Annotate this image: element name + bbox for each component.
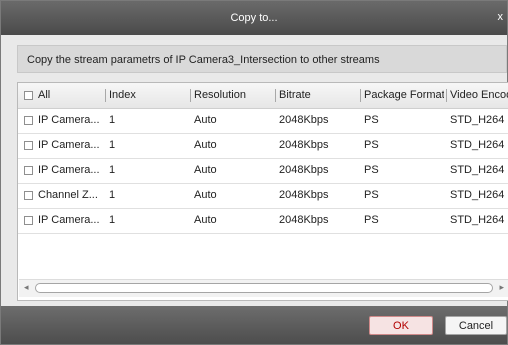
column-header-resolution: Resolution <box>194 89 246 101</box>
copy-to-dialog: Copy to... x Copy the stream parametrs o… <box>0 0 508 345</box>
table-row[interactable]: IP Camera... 1 Auto 2048Kbps PS STD_H264 <box>18 208 508 234</box>
cancel-button[interactable]: Cancel <box>445 316 507 335</box>
table-row[interactable]: IP Camera... 1 Auto 2048Kbps PS STD_H264 <box>18 108 508 134</box>
close-icon[interactable]: x <box>498 11 504 23</box>
cell-index: 1 <box>109 214 116 226</box>
row-checkbox[interactable] <box>24 216 33 225</box>
cell-video-encoding: STD_H264 <box>450 114 505 126</box>
column-separator[interactable] <box>360 89 361 102</box>
cell-resolution: Auto <box>194 164 217 176</box>
cell-camera: Channel Z... <box>38 189 98 201</box>
cell-package-format: PS <box>364 164 379 176</box>
cell-index: 1 <box>109 164 116 176</box>
cell-index: 1 <box>109 189 116 201</box>
cell-package-format: PS <box>364 114 379 126</box>
column-separator[interactable] <box>275 89 276 102</box>
cell-video-encoding: STD_H264 <box>450 189 505 201</box>
cell-video-encoding: STD_H264 <box>450 214 505 226</box>
column-separator[interactable] <box>190 89 191 102</box>
dialog-footer: OK Cancel <box>1 306 507 344</box>
column-header-package-format: Package Format <box>364 89 444 101</box>
cell-bitrate: 2048Kbps <box>279 164 329 176</box>
stream-table: All Index Resolution Bitrate Package For… <box>17 82 508 301</box>
column-header-video-encoding: Video Encod <box>450 89 508 101</box>
cell-resolution: Auto <box>194 139 217 151</box>
ok-button[interactable]: OK <box>369 316 433 335</box>
row-checkbox[interactable] <box>24 141 33 150</box>
cell-bitrate: 2048Kbps <box>279 214 329 226</box>
description-panel: Copy the stream parametrs of IP Camera3_… <box>17 45 507 73</box>
cell-video-encoding: STD_H264 <box>450 164 505 176</box>
cell-package-format: PS <box>364 189 379 201</box>
cell-package-format: PS <box>364 139 379 151</box>
cell-resolution: Auto <box>194 189 217 201</box>
cell-bitrate: 2048Kbps <box>279 189 329 201</box>
dialog-title: Copy to... <box>230 12 278 24</box>
row-checkbox[interactable] <box>24 166 33 175</box>
column-separator[interactable] <box>446 89 447 102</box>
dialog-title-bar[interactable]: Copy to... x <box>1 1 507 35</box>
cell-resolution: Auto <box>194 214 217 226</box>
table-row[interactable]: Channel Z... 1 Auto 2048Kbps PS STD_H264 <box>18 183 508 209</box>
cell-bitrate: 2048Kbps <box>279 114 329 126</box>
cell-camera: IP Camera... <box>38 114 100 126</box>
column-header-all: All <box>38 89 51 101</box>
table-row[interactable]: IP Camera... 1 Auto 2048Kbps PS STD_H264 <box>18 158 508 184</box>
cell-resolution: Auto <box>194 114 217 126</box>
table-row[interactable]: IP Camera... 1 Auto 2048Kbps PS STD_H264 <box>18 133 508 159</box>
cell-video-encoding: STD_H264 <box>450 139 505 151</box>
cell-index: 1 <box>109 139 116 151</box>
cell-package-format: PS <box>364 214 379 226</box>
horizontal-scrollbar[interactable]: ◂ ▸ <box>19 279 508 297</box>
scroll-right-icon[interactable]: ▸ <box>499 282 504 293</box>
cell-camera: IP Camera... <box>38 214 100 226</box>
cell-index: 1 <box>109 114 116 126</box>
row-checkbox[interactable] <box>24 116 33 125</box>
cell-bitrate: 2048Kbps <box>279 139 329 151</box>
table-header: All Index Resolution Bitrate Package For… <box>18 83 508 109</box>
cell-camera: IP Camera... <box>38 139 100 151</box>
description-text: Copy the stream parametrs of IP Camera3_… <box>27 54 380 66</box>
scroll-left-icon[interactable]: ◂ <box>24 282 29 293</box>
column-header-index: Index <box>109 89 136 101</box>
row-checkbox[interactable] <box>24 191 33 200</box>
column-header-bitrate: Bitrate <box>279 89 311 101</box>
column-separator[interactable] <box>105 89 106 102</box>
cell-camera: IP Camera... <box>38 164 100 176</box>
select-all-checkbox[interactable] <box>24 91 33 100</box>
scrollbar-thumb[interactable] <box>35 283 493 293</box>
